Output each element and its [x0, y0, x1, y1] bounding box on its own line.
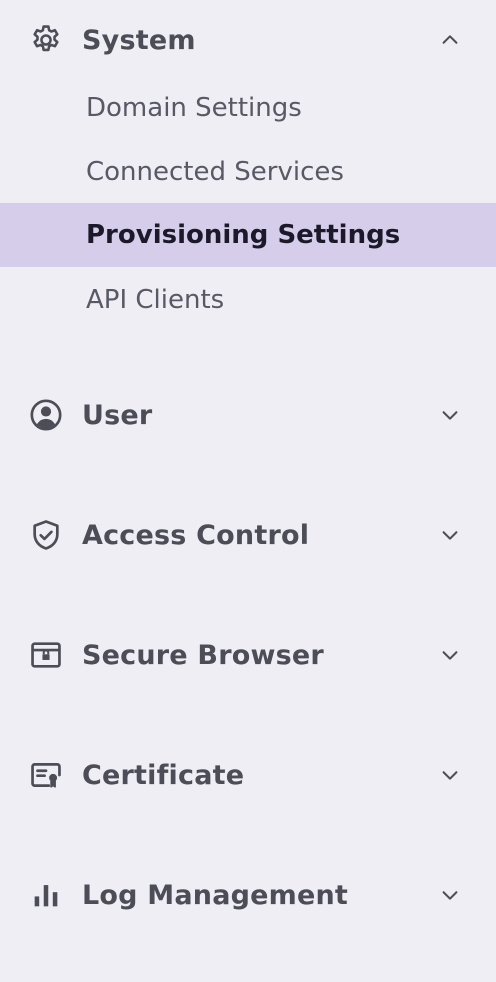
nav-section-label: Log Management	[82, 879, 349, 911]
chevron-down-icon[interactable]	[434, 399, 466, 431]
bar-chart-icon	[28, 877, 64, 913]
chevron-up-icon[interactable]	[434, 24, 466, 56]
sidebar-nav: System Domain Settings Connected Service…	[0, 0, 496, 982]
nav-item-label: API Clients	[86, 285, 225, 315]
user-circle-icon	[28, 397, 64, 433]
chevron-down-icon[interactable]	[434, 519, 466, 551]
nav-item-label: Connected Services	[86, 157, 344, 187]
nav-section-label: Access Control	[82, 519, 310, 551]
nav-item-domain-settings[interactable]: Domain Settings	[0, 76, 496, 140]
nav-section-label: Secure Browser	[82, 639, 324, 671]
gear-icon	[28, 22, 64, 58]
nav-item-label: Provisioning Settings	[86, 220, 401, 250]
nav-item-provisioning-settings[interactable]: Provisioning Settings	[0, 203, 496, 267]
certificate-icon	[28, 757, 64, 793]
nav-section-label: User	[82, 399, 153, 431]
nav-section-log-management[interactable]: Log Management	[0, 865, 496, 925]
chevron-down-icon[interactable]	[434, 879, 466, 911]
nav-item-connected-services[interactable]: Connected Services	[0, 140, 496, 204]
nav-section-system[interactable]: System	[0, 10, 496, 70]
nav-item-api-clients[interactable]: API Clients	[0, 268, 496, 332]
nav-section-secure-browser[interactable]: Secure Browser	[0, 625, 496, 685]
nav-item-label: Domain Settings	[86, 93, 302, 123]
nav-section-label: System	[82, 24, 196, 56]
nav-section-label: Certificate	[82, 759, 245, 791]
shield-check-icon	[28, 517, 64, 553]
nav-section-access-control[interactable]: Access Control	[0, 505, 496, 565]
chevron-down-icon[interactable]	[434, 759, 466, 791]
browser-window-icon	[28, 637, 64, 673]
nav-section-certificate[interactable]: Certificate	[0, 745, 496, 805]
nav-section-user[interactable]: User	[0, 385, 496, 445]
chevron-down-icon[interactable]	[434, 639, 466, 671]
